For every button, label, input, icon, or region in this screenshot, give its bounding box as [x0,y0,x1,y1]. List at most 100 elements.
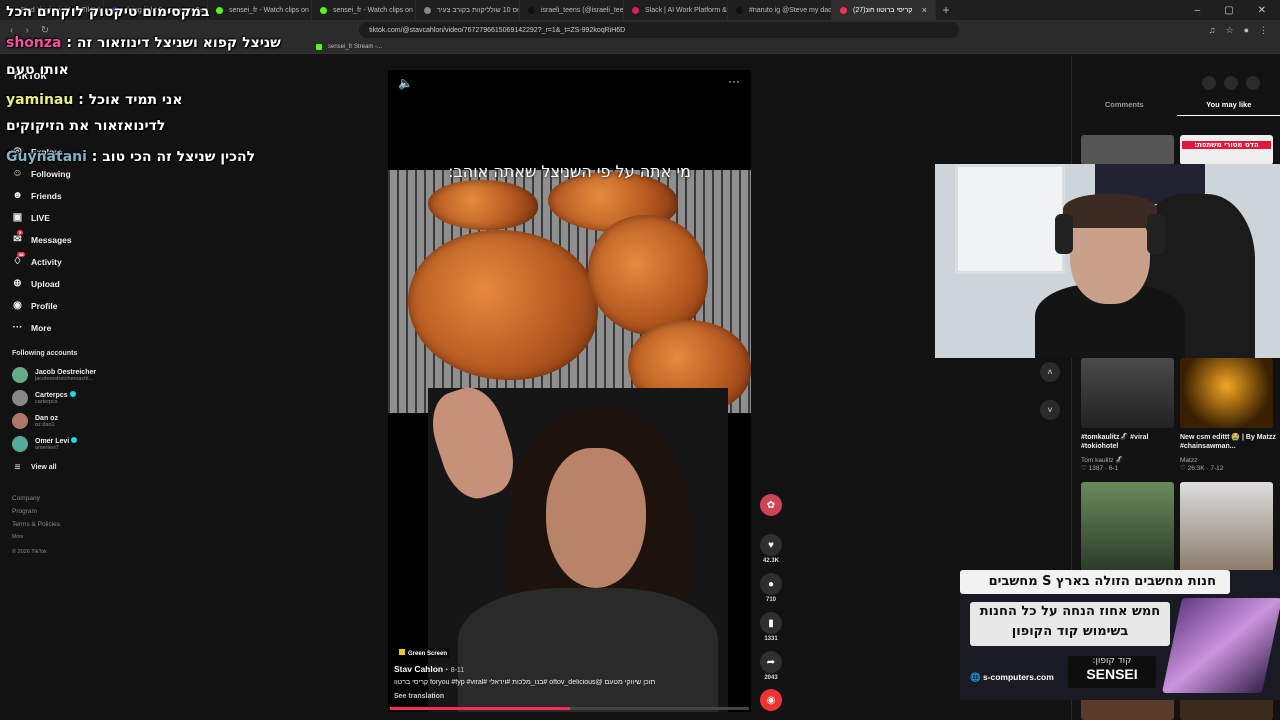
profile-icon[interactable]: ● [1244,25,1249,36]
account-name: Jacob Oestreicher [35,368,97,376]
recommended-video[interactable] [1081,482,1174,572]
reload-icon[interactable]: ↻ [41,25,49,36]
url-input[interactable]: tiktok.com/@stavcahlon/video/76727966150… [359,22,960,38]
video-author[interactable]: Stav Cahlon · 8-11 [394,664,464,674]
comment-button[interactable]: ● 710 [758,573,784,603]
like-button[interactable]: ♥ 42.3K [758,534,784,564]
favicon-icon [528,6,535,14]
sidebar-item-following[interactable]: ☺ Following [12,168,71,179]
author-name: Stav Cahlon [394,664,444,674]
bookmark-icon: ▮ [760,612,782,634]
following-account[interactable]: Jacob Oestreicher jacoboestreicheroachl..… [12,367,96,383]
recommended-video[interactable] [1180,482,1273,572]
favicon-icon [840,6,847,14]
bookmark-icon[interactable]: ☆ [1225,25,1233,36]
coin-icon[interactable] [1202,76,1216,90]
share-count: 2043 [764,675,778,681]
tab-title: Slack | AI Work Platform & Pr [645,6,728,14]
tab-title: #naruto ig @Steve my dads [749,6,832,14]
video-date: 8-11 [450,667,465,674]
browser-tab[interactable]: Slack | AI Work Platform & Pr [624,0,728,20]
card-title[interactable]: #tomkaulitz🦨 #viral #tokiohotel [1081,433,1176,451]
sidebar-item-friends[interactable]: ☻ Friends [12,190,61,201]
sidebar-item-upload[interactable]: ⊕ Upload [12,278,60,289]
browser-tab[interactable]: israeli_teens (@israeli_teen [520,0,624,20]
tab-title: (27)קריסי ברוטוו חונ [853,6,913,14]
chevron-up-icon[interactable]: ˄ [1040,362,1060,382]
account-name: Dan oz [35,414,58,422]
sidebar-item-label: More [31,322,52,333]
extension-icon[interactable]: ♫ [1209,25,1216,36]
creator-avatar[interactable]: ✿ [758,494,784,516]
comment-count: 710 [765,597,776,603]
sidebar-item-label: Following [31,168,71,179]
card-title[interactable]: New csm edittt 😭 | By Matzz #chainsawman… [1180,433,1278,451]
recommended-video[interactable] [1081,135,1174,165]
save-button[interactable]: ▮ 1331 [758,612,784,642]
sound-disc[interactable]: ◉ [758,689,784,711]
footer-link[interactable]: Terms & Policies [12,521,60,528]
following-account[interactable]: Dan oz oz.dan1 [12,413,58,429]
effect-tag[interactable]: Green Screen [396,648,451,658]
more-options-icon[interactable]: ··· [728,74,740,88]
following-accounts-title: Following accounts [12,350,78,357]
maximize-icon[interactable]: ▢ [1224,5,1233,16]
video-progress-bar[interactable] [390,707,749,710]
activity-icon: ♢ 38 [13,252,26,267]
sidebar-item-profile[interactable]: ◉ Profile [12,300,57,311]
feed-navigation: ˄ ˅ [1040,362,1060,438]
footer-link[interactable]: Program [12,508,37,515]
chat-text: לדינואזאור את הזיקוקים [6,118,166,134]
tab-comments[interactable]: Comments [1072,100,1177,116]
favicon-icon [216,6,223,14]
card-stats: 1387 · 6-1 [1088,465,1119,473]
avatar [12,367,28,383]
avatar [12,413,28,429]
following-account[interactable]: Omer Levi omerlevi7 [12,436,78,452]
inbox-icon[interactable] [1224,76,1238,90]
sidebar-item-activity[interactable]: ♢ 38 Activity [12,252,62,267]
recommended-video[interactable] [1081,358,1174,428]
back-icon[interactable]: ‹ [10,25,13,36]
save-count: 1331 [764,636,778,642]
footer-link[interactable]: Company [12,495,40,502]
ad-offer: חמש אחוז הנחה על כל החנות בשימוש קוד הקו… [970,602,1170,646]
close-window-icon[interactable]: ✕ [1258,5,1266,16]
upload-icon: ⊕ [13,278,22,289]
close-icon[interactable]: × [922,5,927,15]
browser-tab[interactable]: #naruto ig @Steve my dads [728,0,832,20]
footer-link[interactable]: More [12,534,23,540]
kick-icon [316,43,322,50]
minimize-icon[interactable]: – [1195,5,1201,16]
menu-icon[interactable]: ⋮ [1259,25,1268,36]
browser-tab[interactable]: sensei_fr - Watch clips on Kick [208,0,312,20]
sidebar-item-live[interactable]: ▣ LIVE [12,212,50,223]
card-badge: הדס מסורי משתפת: [1182,141,1271,149]
like-count: 42.3K [762,558,779,564]
forward-icon[interactable]: › [25,25,28,36]
browser-tab[interactable]: כוס 10 שולליקוות בקורב צעיר [416,0,520,20]
following-account[interactable]: Carterpcs carterpcs [12,390,76,406]
favicon-icon [632,6,639,14]
see-translation-link[interactable]: See translation [394,693,444,700]
browser-tab[interactable]: (27)קריסי ברוטוו חונ × [832,0,936,20]
chat-message: yaminau : אני תמיד אוכל [6,92,183,108]
bookmark-item[interactable]: sensei_fr Stream -... [328,44,382,50]
ram-image [1161,598,1280,693]
tab-you-may-like[interactable]: You may like [1176,100,1280,116]
window-controls: – ▢ ✕ [1195,5,1280,16]
chevron-down-icon[interactable]: ˅ [1040,400,1060,420]
share-button[interactable]: ➦ 2043 [758,651,784,681]
volume-icon[interactable]: 🔈 [398,76,413,90]
view-all-link[interactable]: ≡ View all [12,462,57,473]
new-tab-button[interactable]: + [936,3,956,17]
footer-link[interactable]: © 2026 TikTok [12,549,47,555]
sidebar-item-messages[interactable]: ✉ 5 Messages [12,230,72,245]
recommended-video[interactable]: הדס מסורי משתפת: [1180,135,1273,165]
user-avatar[interactable] [1246,76,1260,90]
more-icon: ··· [12,322,23,333]
sidebar-item-more[interactable]: ··· More [12,322,52,333]
recommended-video[interactable] [1180,358,1273,428]
video-player[interactable]: מי אתה על פי השניצל שאתה אוהב: 🔈 ··· Gre… [388,70,751,712]
browser-tab[interactable]: sensei_fr - Watch clips on Kick [312,0,416,20]
